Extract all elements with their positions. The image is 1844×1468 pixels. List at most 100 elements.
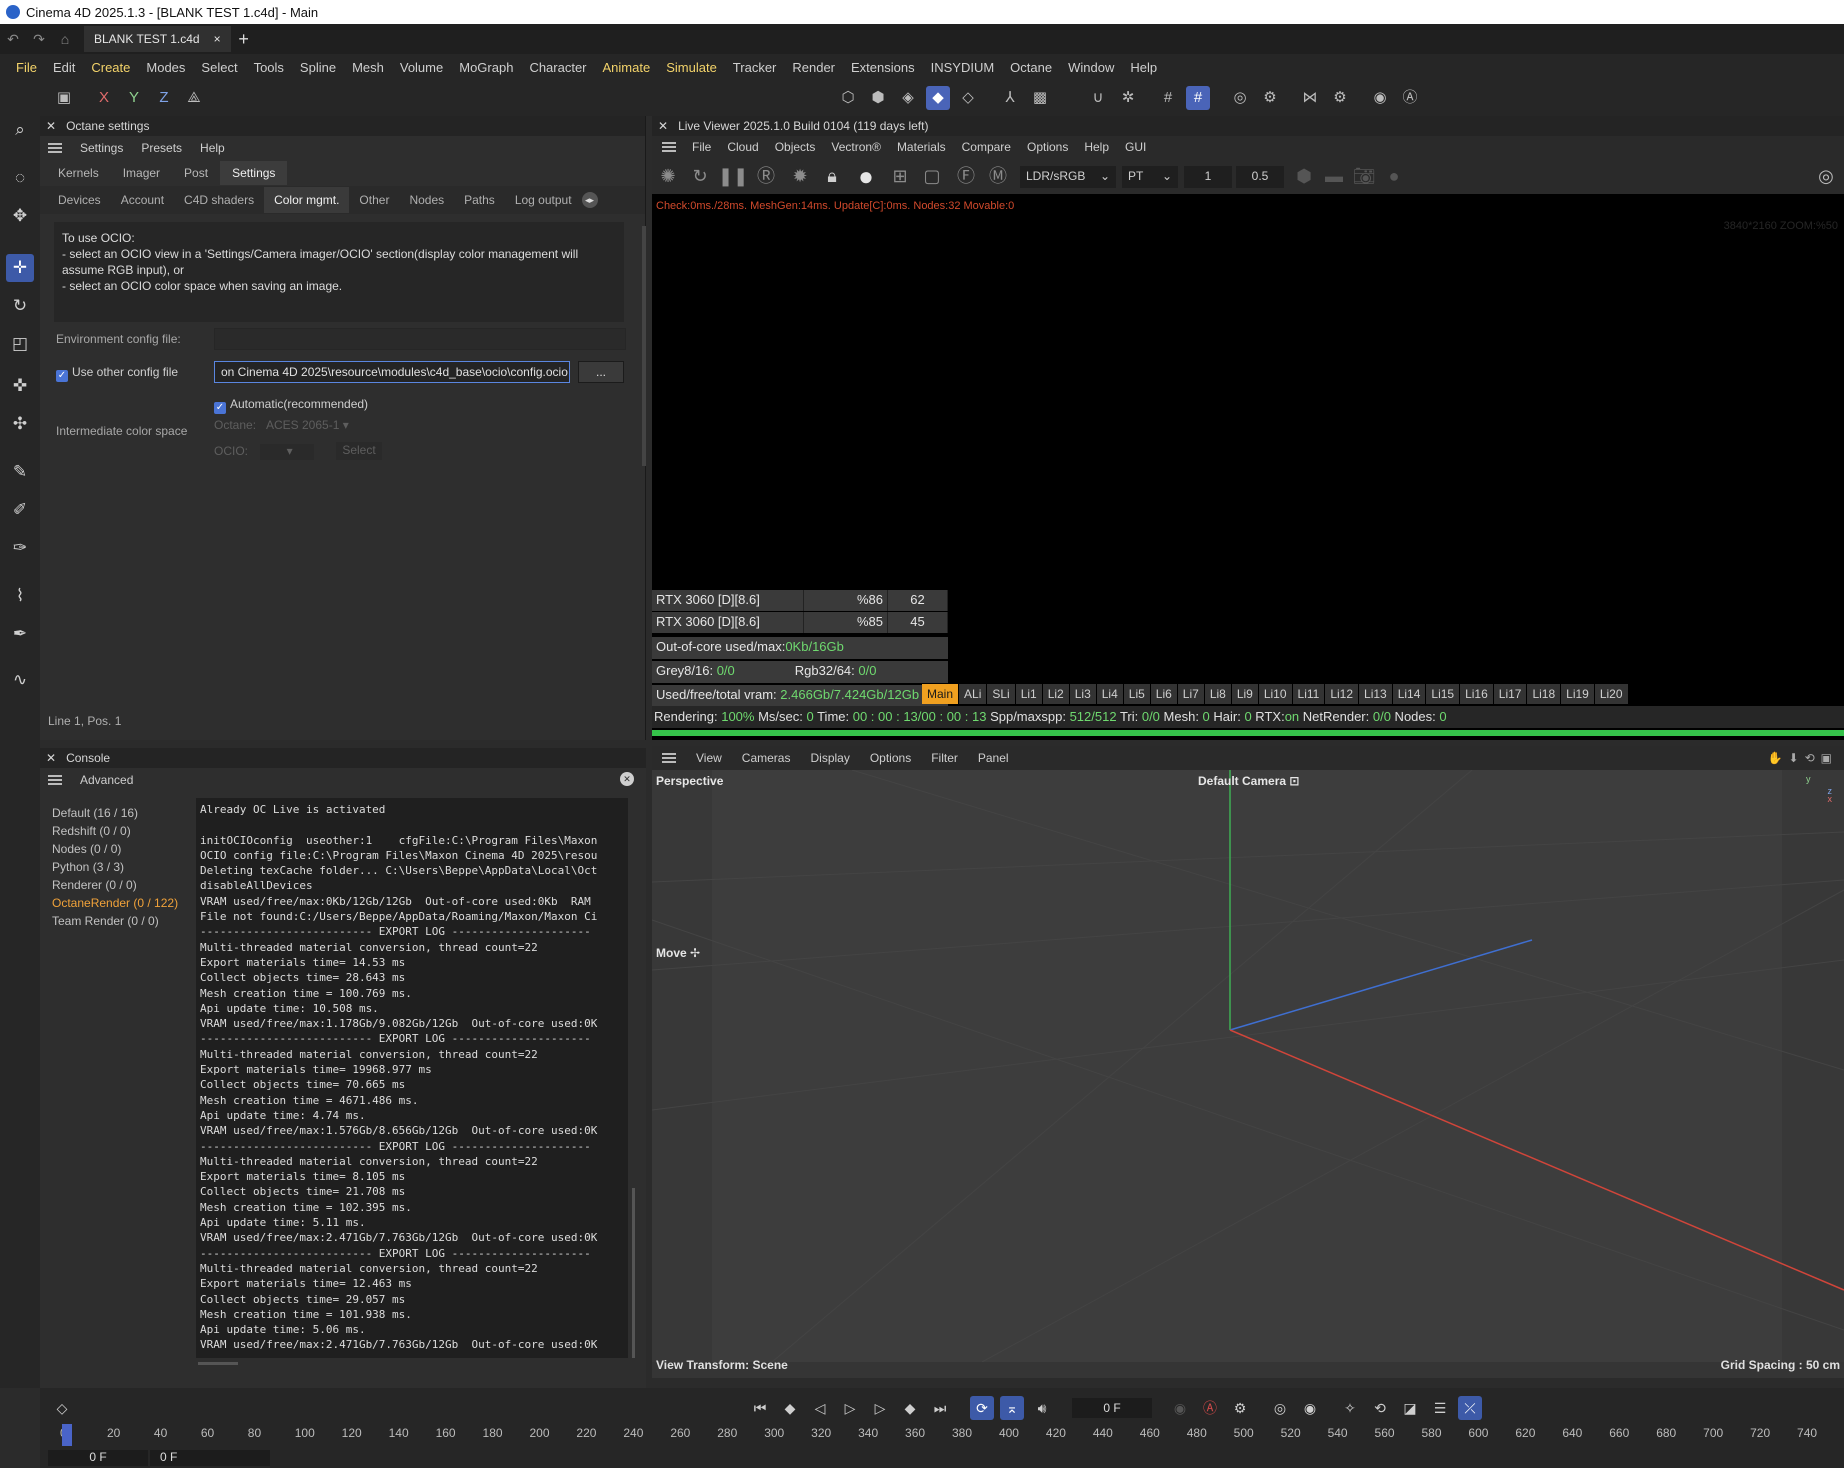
lv-menu-materials[interactable]: Materials <box>897 140 946 154</box>
redo-icon[interactable]: ↷ <box>26 31 52 48</box>
light-tab-li7[interactable]: Li7 <box>1177 684 1204 704</box>
menu-render[interactable]: Render <box>784 60 843 75</box>
viewport-canvas[interactable]: Perspective Default Camera ⊡ Move ✢ y z … <box>652 770 1844 1362</box>
loop-icon[interactable]: ⟳ <box>970 1396 994 1420</box>
key-scale-icon[interactable]: ✧ <box>1338 1396 1362 1420</box>
light-tab-li19[interactable]: Li19 <box>1561 684 1594 704</box>
axis-mode-icon[interactable]: ⅄ <box>998 86 1022 110</box>
octane-colorspace-dropdown[interactable]: ACES 2065-1 ▾ <box>266 418 349 432</box>
light-tab-li11[interactable]: Li11 <box>1292 684 1325 704</box>
search-icon[interactable]: ⌕ <box>6 116 34 144</box>
lv-menu-compare[interactable]: Compare <box>962 140 1011 154</box>
go-to-start-icon[interactable]: ⏮ <box>748 1396 772 1420</box>
menu-create[interactable]: Create <box>83 60 138 75</box>
menu-help[interactable]: Help <box>200 141 225 155</box>
subtab-other[interactable]: Other <box>349 187 399 213</box>
subtab-account[interactable]: Account <box>111 187 174 213</box>
material-picker-icon[interactable]: Ⓜ <box>984 162 1012 190</box>
hamburger-menu-icon[interactable] <box>662 753 676 763</box>
add-region-icon[interactable]: ⊞ <box>886 162 914 190</box>
menu-spline[interactable]: Spline <box>292 60 344 75</box>
menu-tools[interactable]: Tools <box>246 60 292 75</box>
edges-mode-icon[interactable]: ⬢ <box>866 86 890 110</box>
tab-imager[interactable]: Imager <box>111 161 172 185</box>
vp-menu-filter[interactable]: Filter <box>931 751 958 765</box>
lv-menu-objects[interactable]: Objects <box>775 140 816 154</box>
go-to-end-icon[interactable]: ⏭ <box>928 1396 952 1420</box>
menu-modes[interactable]: Modes <box>138 60 193 75</box>
scale-tool-icon[interactable]: ◰ <box>6 330 34 358</box>
viewer-option-icon[interactable]: ● <box>1380 162 1408 190</box>
key-position-icon[interactable]: ◎ <box>1268 1396 1292 1420</box>
checkbox-checked-icon[interactable]: ✓ <box>214 402 226 414</box>
light-tab-li15[interactable]: Li15 <box>1426 684 1460 704</box>
add-tab-icon[interactable]: + <box>231 29 257 50</box>
menu-simulate[interactable]: Simulate <box>658 60 725 75</box>
points-mode-icon[interactable]: ⬡ <box>836 86 860 110</box>
lv-menu-file[interactable]: File <box>692 140 711 154</box>
light-tab-li4[interactable]: Li4 <box>1096 684 1123 704</box>
menu-tracker[interactable]: Tracker <box>725 60 785 75</box>
place-tool-icon[interactable]: ✣ <box>6 410 34 438</box>
start-frame-field[interactable]: 0 F <box>48 1450 148 1466</box>
restart-render-icon[interactable]: ↻ <box>686 162 714 190</box>
lv-menu-gui[interactable]: GUI <box>1125 140 1146 154</box>
key-param-icon[interactable]: ⟲ <box>1368 1396 1392 1420</box>
spline-brush-icon[interactable]: ✑ <box>6 534 34 562</box>
color-space-dropdown[interactable]: LDR/sRGB ⌄ <box>1020 166 1116 188</box>
hamburger-menu-icon[interactable] <box>662 142 676 152</box>
console-h-scrollbar[interactable] <box>198 1362 238 1365</box>
light-tab-li13[interactable]: Li13 <box>1359 684 1392 704</box>
play-icon[interactable]: ▷ <box>838 1396 862 1420</box>
menu-presets[interactable]: Presets <box>141 141 182 155</box>
clay-mode-icon[interactable]: ● <box>852 162 880 190</box>
hamburger-menu-icon[interactable] <box>48 143 62 153</box>
light-tab-ali[interactable]: ALi <box>959 684 987 704</box>
console-scrollbar[interactable] <box>632 1188 635 1358</box>
home-icon[interactable]: ⌂ <box>52 31 78 47</box>
vp-menu-panel[interactable]: Panel <box>978 751 1009 765</box>
menu-select[interactable]: Select <box>193 60 245 75</box>
viewer-option-icon[interactable]: ⬢ <box>1290 162 1318 190</box>
region-render-icon[interactable]: Ⓡ <box>752 162 780 190</box>
tab-settings[interactable]: Settings <box>220 161 288 185</box>
menu-volume[interactable]: Volume <box>392 60 451 75</box>
coordinate-system-icon[interactable]: ⟁ <box>182 86 206 110</box>
menu-extensions[interactable]: Extensions <box>843 60 923 75</box>
clear-console-icon[interactable]: ✕ <box>620 772 634 786</box>
live-selection-icon[interactable]: ◌ <box>6 164 34 192</box>
light-tab-li10[interactable]: Li10 <box>1258 684 1292 704</box>
lv-menu-help[interactable]: Help <box>1084 140 1109 154</box>
snap-icon[interactable]: ∪ <box>1086 86 1110 110</box>
octane-live-icon[interactable]: ◉ <box>1368 86 1392 110</box>
rotate-tool-icon[interactable]: ↻ <box>6 292 34 320</box>
light-tab-li3[interactable]: Li3 <box>1069 684 1096 704</box>
use-other-config-checkbox[interactable]: ✓ Use other config file <box>56 365 178 382</box>
lv-menu-options[interactable]: Options <box>1027 140 1068 154</box>
light-tab-li9[interactable]: Li9 <box>1231 684 1258 704</box>
subtab-nodes[interactable]: Nodes <box>399 187 454 213</box>
texture-mode-icon[interactable]: ▩ <box>1028 86 1052 110</box>
model-mode-icon[interactable]: ◆ <box>926 86 950 110</box>
lv-menu-vectron[interactable]: Vectron® <box>831 140 881 154</box>
lv-field-2[interactable]: 0.5 <box>1236 166 1284 188</box>
timeline-ruler[interactable]: 0204060801001201401601802002202402602803… <box>60 1426 1844 1448</box>
view-layout-icon[interactable]: ▣ <box>52 86 76 110</box>
next-key-icon[interactable]: ◆ <box>898 1396 922 1420</box>
subtab-c4d-shaders[interactable]: C4D shaders <box>174 187 264 213</box>
close-console-icon[interactable]: ✕ <box>46 751 56 765</box>
console-mode[interactable]: Advanced <box>80 773 133 787</box>
record-icon[interactable]: ◉ <box>1168 1396 1192 1420</box>
browse-button[interactable]: ... <box>578 361 624 383</box>
symmetry-settings-icon[interactable]: ⚙ <box>1328 86 1352 110</box>
light-tab-li8[interactable]: Li8 <box>1204 684 1231 704</box>
light-tab-li20[interactable]: Li20 <box>1594 684 1628 704</box>
vp-menu-display[interactable]: Display <box>810 751 849 765</box>
subtab-log-output[interactable]: Log output <box>505 187 582 213</box>
render-settings-icon[interactable]: ⚙ <box>1258 86 1282 110</box>
key-pla-icon[interactable]: ◪ <box>1398 1396 1422 1420</box>
kernel-dropdown[interactable]: PT ⌄ <box>1122 166 1178 188</box>
autokey-icon[interactable]: Ⓐ <box>1198 1396 1222 1420</box>
hamburger-menu-icon[interactable] <box>48 775 62 785</box>
film-region-icon[interactable]: ▢ <box>918 162 946 190</box>
